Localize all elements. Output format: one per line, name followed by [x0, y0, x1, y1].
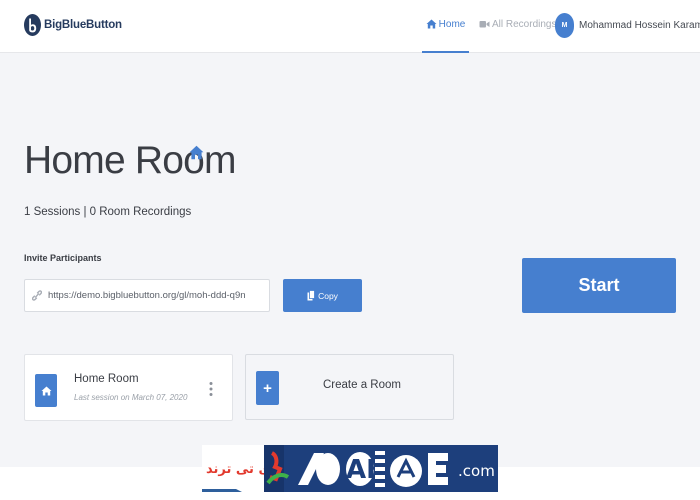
user-name[interactable]: Mohammad Hossein Karami	[579, 20, 700, 31]
copy-icon	[307, 290, 315, 301]
invite-participants-label: Invite Participants	[24, 253, 102, 263]
room-card-icon	[35, 374, 57, 407]
bigbluebutton-logo-icon	[24, 14, 41, 36]
watermark-domain: .com	[458, 462, 495, 480]
room-card-name: Home Room	[74, 373, 139, 385]
copy-button[interactable]: Copy	[283, 279, 362, 312]
navbar: BigBlueButton Home All Recordings M Moha…	[0, 0, 700, 53]
copy-button-label: Copy	[318, 290, 338, 301]
create-room-label: Create a Room	[323, 379, 401, 391]
vertical-ellipsis-icon[interactable]	[208, 381, 214, 397]
room-card-last-session: Last session on March 07, 2020	[74, 393, 188, 402]
home-icon	[189, 145, 204, 160]
logo[interactable]: BigBlueButton	[24, 14, 122, 36]
room-stats: 1 Sessions | 0 Room Recordings	[24, 206, 192, 218]
start-button[interactable]: Start	[522, 258, 676, 313]
video-camera-icon	[479, 21, 490, 28]
nav-home[interactable]: Home	[422, 0, 469, 53]
site-watermark-logo: آی تی ترند AB .com	[202, 445, 498, 492]
user-avatar[interactable]: M	[555, 13, 574, 38]
logo-text: BigBlueButton	[44, 19, 122, 31]
home-icon	[426, 19, 437, 29]
link-icon	[32, 290, 42, 301]
create-room-card[interactable]: + Create a Room	[245, 354, 454, 420]
nav-all-recordings[interactable]: All Recordings	[479, 19, 556, 30]
plus-icon: +	[256, 371, 279, 405]
nav-recordings-label: All Recordings	[492, 19, 557, 30]
nav-home-label: Home	[438, 19, 466, 30]
home-icon	[41, 386, 51, 395]
invite-url-field[interactable]: https://demo.bigbluebutton.org/gl/moh-dd…	[24, 279, 270, 312]
room-card[interactable]: Home Room Last session on March 07, 2020	[24, 354, 233, 421]
invite-url: https://demo.bigbluebutton.org/gl/moh-dd…	[48, 290, 246, 301]
